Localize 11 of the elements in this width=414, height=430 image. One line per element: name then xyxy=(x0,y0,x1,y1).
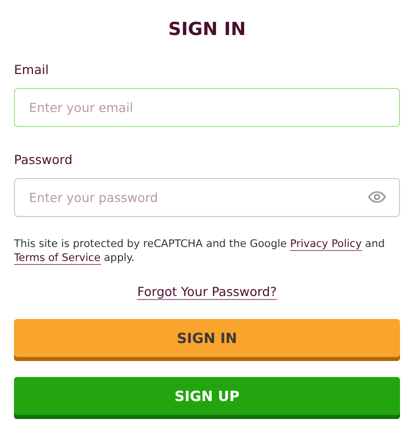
policy-link[interactable]: Terms of Service xyxy=(14,252,101,264)
field-label: Email xyxy=(14,61,49,79)
password-field[interactable]: Enter your password xyxy=(14,178,400,216)
sign-in-button[interactable]: SIGN IN xyxy=(14,318,400,360)
page-title: SIGN IN xyxy=(167,18,247,42)
forgot-password-link[interactable]: Forgot Your Password? xyxy=(137,284,277,300)
field-label: Password xyxy=(14,150,72,169)
eye-icon[interactable] xyxy=(368,190,386,202)
email-field[interactable]: Enter your email xyxy=(14,88,400,127)
policy-link[interactable]: Privacy Policy xyxy=(290,238,362,250)
recaptcha-notice: This site is protected by reCAPTCHA and the Google Privacy Policy and Terms of Service apply. xyxy=(14,236,386,264)
